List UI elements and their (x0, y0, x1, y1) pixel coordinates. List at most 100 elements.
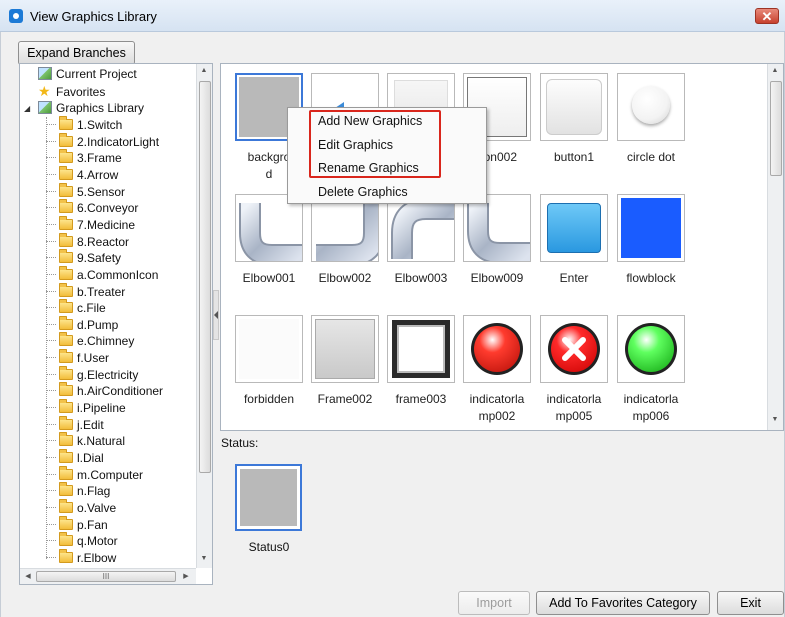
folder-icon (59, 532, 73, 547)
graphic-label: indicatorla mp006 (623, 392, 679, 423)
tree-item-label: l.Dial (77, 451, 104, 465)
tree-item-folder[interactable]: f.User (46, 349, 110, 367)
add-to-favorites-button[interactable]: Add To Favorites Category (536, 591, 710, 615)
graphic-thumbnail[interactable] (311, 194, 379, 262)
tree-item-current-project[interactable]: Current Project (38, 66, 137, 83)
tree-item-folder[interactable]: 9.Safety (46, 249, 122, 267)
tree-branch-line (46, 257, 56, 259)
tree-item-label: k.Natural (77, 434, 126, 449)
close-button[interactable]: ✕ (755, 8, 779, 24)
tree-item-folder[interactable]: 3.Frame (46, 149, 122, 167)
tree-item-label: f.User (77, 351, 110, 366)
scroll-thumb-horizontal[interactable]: III (36, 571, 176, 582)
graphic-label: circle dot (626, 150, 676, 164)
tree-item-label: 6.Conveyor (77, 201, 139, 216)
scroll-left-arrow-icon[interactable]: ◀ (22, 572, 34, 580)
exit-button[interactable]: Exit (717, 591, 784, 615)
tree-item-folder[interactable]: 1.Switch (46, 116, 122, 134)
tree-item-folder[interactable]: l.Dial (46, 449, 104, 467)
tree-item-label: p.Fan (77, 517, 108, 532)
gallery-vertical-scrollbar[interactable]: ▲ ▼ (767, 64, 783, 430)
tree-item-folder[interactable]: e.Chimney (46, 332, 134, 350)
graphic-thumbnail[interactable] (540, 315, 608, 383)
splitter-collapse-handle[interactable] (213, 290, 219, 340)
scroll-thumb[interactable] (199, 81, 211, 473)
graphic-thumbnail[interactable] (387, 315, 455, 383)
tree-item-folder[interactable]: a.CommonIcon (46, 265, 159, 284)
tree-branch-line (46, 523, 56, 525)
graphic-thumbnail[interactable] (463, 194, 531, 262)
tree-branch-line (46, 407, 56, 409)
tree-item-folder[interactable]: g.Electricity (46, 365, 138, 384)
scroll-thumb[interactable] (770, 81, 782, 176)
tree-item-folder[interactable]: 4.Arrow (46, 165, 118, 184)
tree-item-folder[interactable]: j.Edit (46, 415, 104, 434)
graphic-thumbnail[interactable] (617, 73, 685, 141)
tree-item-folder[interactable]: r.Elbow (46, 548, 116, 567)
collapse-triangle-icon[interactable]: ◢ (24, 104, 30, 113)
graphic-thumbnail[interactable] (617, 194, 685, 262)
tree-item-label: 9.Safety (77, 251, 122, 266)
tree-item-label: h.AirConditioner (77, 384, 164, 399)
tree-branch-line (46, 124, 56, 125)
tree-item-folder[interactable]: k.Natural (46, 432, 126, 450)
tree-item-folder[interactable]: n.Flag (46, 482, 110, 500)
graphic-thumbnail[interactable] (463, 315, 531, 383)
tree-item-label: d.Pump (77, 317, 119, 332)
tree-item-folder[interactable]: m.Computer (46, 465, 143, 484)
folder-icon (59, 132, 73, 147)
status-label: Status: (221, 436, 259, 450)
graphic-thumbnail[interactable] (311, 315, 379, 383)
tree-item-favorites[interactable]: ★ Favorites (38, 83, 105, 100)
folder-icon (59, 382, 73, 397)
tree-item-label: 2.IndicatorLight (77, 134, 160, 149)
menu-item-delete-graphics[interactable]: Delete Graphics (318, 183, 408, 201)
tree-item-folder[interactable]: o.Valve (46, 498, 117, 517)
tree-branch-line (46, 440, 56, 442)
graphic-thumbnail[interactable] (235, 194, 303, 262)
scroll-down-arrow-icon[interactable]: ▼ (769, 416, 781, 423)
tree-branch-line (46, 207, 56, 209)
tree-item-label: a.CommonIcon (77, 267, 159, 282)
tree-item-label: Graphics Library (56, 101, 145, 115)
scroll-up-arrow-icon[interactable]: ▲ (769, 67, 781, 74)
tree-branch-line (46, 240, 56, 242)
graphic-label: Elbow003 (394, 271, 448, 285)
tree-item-label: Current Project (56, 67, 137, 81)
tree-item-label: j.Edit (77, 417, 104, 432)
tree-item-folder[interactable]: 5.Sensor (46, 182, 126, 201)
status-thumbnail[interactable] (235, 464, 302, 531)
image-folder-icon (38, 101, 52, 114)
tree-branch-line (46, 473, 56, 475)
scroll-down-arrow-icon[interactable]: ▼ (198, 555, 210, 562)
tree-item-folder[interactable]: d.Pump (46, 315, 119, 334)
tree-item-folder[interactable]: 6.Conveyor (46, 199, 139, 217)
tree-item-folder[interactable]: i.Pipeline (46, 399, 126, 417)
expand-branches-button[interactable]: Expand Branches (18, 41, 135, 65)
graphic-thumbnail[interactable] (235, 315, 303, 383)
tree-vertical-scrollbar[interactable]: ▲ ▼ (196, 64, 212, 568)
tree-item-label: 5.Sensor (77, 184, 126, 199)
tree-item-label: o.Valve (77, 500, 117, 515)
scroll-up-arrow-icon[interactable]: ▲ (198, 67, 210, 74)
tree-branch-line (46, 373, 56, 375)
graphic-thumbnail[interactable] (540, 194, 608, 262)
graphic-thumbnail[interactable] (617, 315, 685, 383)
tree-item-folder[interactable]: 8.Reactor (46, 232, 129, 251)
tree-item-folder[interactable]: b.Treater (46, 282, 125, 301)
tree-item-folder[interactable]: p.Fan (46, 515, 108, 534)
tree-item-folder[interactable]: c.File (46, 299, 106, 317)
image-folder-icon (38, 67, 52, 80)
tree-item-folder[interactable]: 7.Medicine (46, 215, 135, 234)
tree-item-graphics-library[interactable]: Graphics Library (38, 100, 144, 117)
graphic-thumbnail[interactable] (540, 73, 608, 141)
tree-item-folder[interactable]: h.AirConditioner (46, 382, 164, 400)
scroll-right-arrow-icon[interactable]: ▶ (180, 572, 192, 580)
graphic-thumbnail[interactable] (387, 194, 455, 262)
tree-item-folder[interactable]: q.Motor (46, 532, 118, 550)
import-button[interactable]: Import (458, 591, 530, 615)
tree-horizontal-scrollbar[interactable]: ◀ III ▶ (20, 568, 196, 584)
graphic-label: Frame002 (317, 392, 373, 406)
folder-icon (59, 215, 73, 230)
tree-item-folder[interactable]: 2.IndicatorLight (46, 132, 160, 151)
